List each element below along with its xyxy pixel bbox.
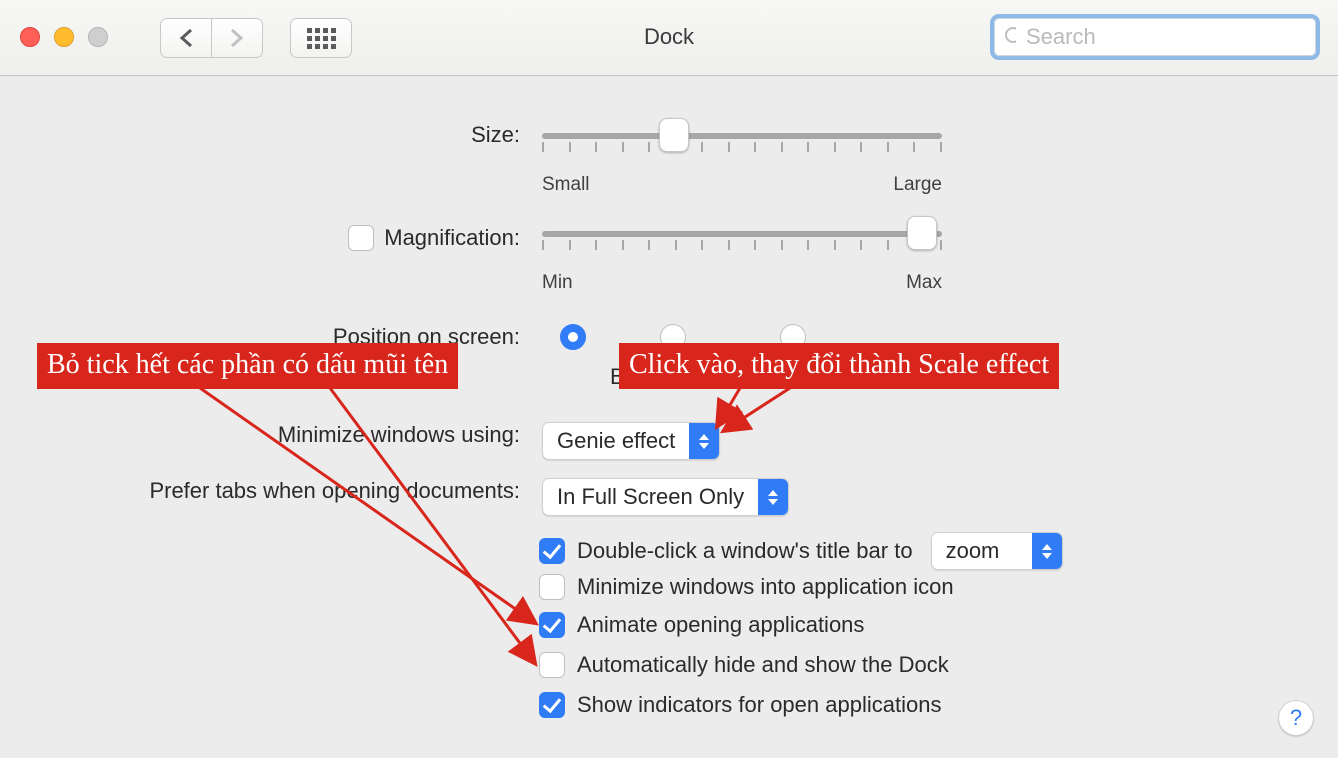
- nav-buttons: [160, 18, 263, 58]
- magnification-slider-thumb[interactable]: [907, 216, 937, 250]
- size-max-label: Large: [893, 174, 942, 196]
- forward-button[interactable]: [211, 18, 263, 58]
- updown-arrows-icon: [758, 479, 788, 515]
- size-label: Size:: [0, 122, 520, 158]
- annotation-untick: Bỏ tick hết các phần có dấu mũi tên: [37, 343, 458, 389]
- radio-position-left[interactable]: [560, 324, 586, 350]
- size-min-label: Small: [542, 174, 590, 196]
- indicators-label: Show indicators for open applications: [577, 692, 941, 718]
- minimize-into-app-label: Minimize windows into application icon: [577, 574, 954, 600]
- double-click-checkbox[interactable]: [539, 538, 565, 564]
- title-bar: Dock: [0, 0, 1338, 76]
- magnification-max-label: Max: [906, 272, 942, 294]
- back-button[interactable]: [160, 18, 212, 58]
- help-button[interactable]: ?: [1278, 700, 1314, 736]
- close-button[interactable]: [20, 27, 40, 47]
- double-click-action-popup[interactable]: zoom: [931, 532, 1063, 570]
- magnification-checkbox[interactable]: [348, 225, 374, 251]
- minimize-using-label: Minimize windows using:: [0, 422, 520, 460]
- minimize-into-app-checkbox[interactable]: [539, 574, 565, 600]
- updown-arrows-icon: [1032, 533, 1062, 569]
- indicators-checkbox[interactable]: [539, 692, 565, 718]
- animate-checkbox[interactable]: [539, 612, 565, 638]
- size-slider-thumb[interactable]: [659, 118, 689, 152]
- prefer-tabs-value: In Full Screen Only: [543, 484, 758, 510]
- preferences-pane: Size: Small Large Magnification:: [0, 76, 1338, 758]
- annotation-scale-effect: Click vào, thay đổi thành Scale effect: [619, 343, 1059, 389]
- search-icon: [1004, 26, 1016, 48]
- minimize-effect-popup[interactable]: Genie effect: [542, 422, 720, 460]
- double-click-label: Double-click a window's title bar to: [577, 538, 913, 564]
- chevron-left-icon: [179, 28, 193, 48]
- autohide-checkbox[interactable]: [539, 652, 565, 678]
- chevron-right-icon: [230, 28, 244, 48]
- help-icon: ?: [1290, 705, 1302, 731]
- show-all-button[interactable]: [290, 18, 352, 58]
- updown-arrows-icon: [689, 423, 719, 459]
- magnification-min-label: Min: [542, 272, 573, 294]
- minimize-button[interactable]: [54, 27, 74, 47]
- magnification-slider[interactable]: Min Max: [542, 220, 942, 256]
- double-click-action-value: zoom: [932, 538, 1032, 564]
- size-slider[interactable]: Small Large: [542, 122, 942, 158]
- search-input[interactable]: [1024, 23, 1316, 51]
- prefer-tabs-popup[interactable]: In Full Screen Only: [542, 478, 789, 516]
- grid-icon: [307, 28, 336, 49]
- zoom-button[interactable]: [88, 27, 108, 47]
- prefer-tabs-label: Prefer tabs when opening documents:: [0, 478, 520, 516]
- traffic-lights: [20, 27, 108, 47]
- magnification-label: Magnification:: [384, 225, 520, 251]
- search-field[interactable]: [990, 14, 1320, 60]
- animate-label: Animate opening applications: [577, 612, 864, 638]
- autohide-label: Automatically hide and show the Dock: [577, 652, 949, 678]
- minimize-effect-value: Genie effect: [543, 428, 689, 454]
